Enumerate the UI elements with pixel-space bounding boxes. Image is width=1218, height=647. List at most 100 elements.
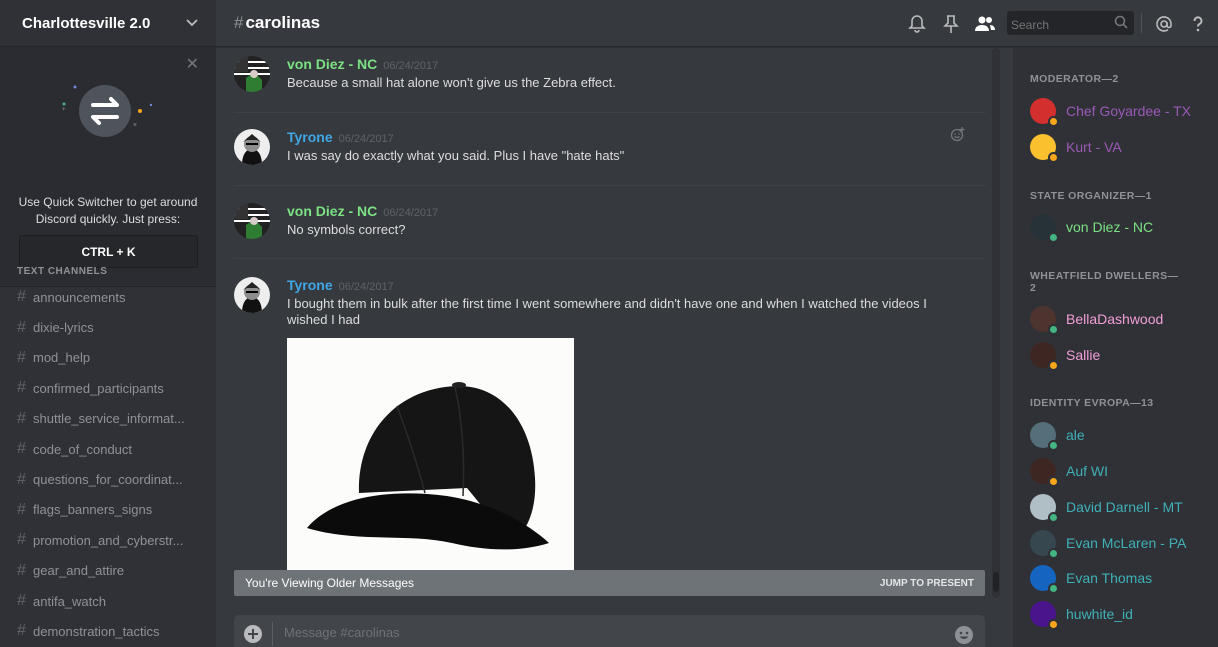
upload-plus-icon[interactable]	[243, 624, 263, 644]
author-name[interactable]: von Diez - NC	[287, 56, 377, 72]
member-item[interactable]: David Darnell - MT	[1030, 492, 1218, 523]
emoji-icon[interactable]	[954, 625, 974, 645]
channel-item-label: announcements	[33, 289, 126, 305]
channel-item[interactable]: # antifa_watch	[0, 586, 216, 616]
message-composer	[234, 615, 985, 647]
avatar[interactable]	[1030, 494, 1059, 523]
chevron-down-icon[interactable]	[186, 19, 198, 27]
channel-item[interactable]: # flags_banners_signs	[0, 495, 216, 525]
bell-icon[interactable]	[907, 14, 927, 34]
role-header: IDENTITY EVROPA—13	[1030, 397, 1154, 409]
status-indicator	[1048, 440, 1059, 451]
mention-icon[interactable]	[1154, 14, 1174, 34]
member-item[interactable]: Auf WI	[1030, 456, 1218, 487]
author-name[interactable]: Tyrone	[287, 129, 333, 145]
avatar[interactable]	[1030, 342, 1059, 371]
channel-item-label: gear_and_attire	[33, 563, 125, 579]
avatar[interactable]	[1030, 214, 1059, 243]
member-item[interactable]: Sallie	[1030, 340, 1218, 371]
avatar[interactable]	[1030, 422, 1059, 451]
message-divider	[234, 185, 986, 186]
channel-item-label: antifa_watch	[33, 593, 106, 609]
server-header[interactable]: Charlottesville 2.0	[0, 0, 216, 47]
member-name: Auf WI	[1066, 463, 1109, 479]
avatar[interactable]	[1030, 306, 1059, 335]
member-name: Chef Goyardee - TX	[1066, 103, 1192, 119]
channel-item[interactable]: # shuttle_service_informat...	[0, 404, 216, 434]
channel-item[interactable]: # dixie-lyrics	[0, 312, 216, 342]
author-name[interactable]: von Diez - NC	[287, 203, 377, 219]
message-input[interactable]	[284, 625, 884, 640]
status-indicator	[1048, 360, 1059, 371]
status-indicator	[1048, 232, 1059, 243]
member-item[interactable]: Chef Goyardee - TX	[1030, 96, 1218, 127]
member-name: Evan Thomas	[1066, 570, 1153, 586]
channel-item[interactable]: # questions_for_coordinat...	[0, 464, 216, 494]
channel-item-label: mod_help	[33, 350, 91, 366]
role-header: WHEATFIELD DWELLERS—2	[1030, 270, 1179, 294]
channel-item[interactable]: # demonstration_tactics	[0, 616, 216, 646]
channel-item[interactable]: # announcements	[0, 282, 216, 312]
member-item[interactable]: Evan McLaren - PA	[1030, 528, 1218, 559]
avatar[interactable]	[1030, 530, 1059, 559]
member-name: huwhite_id	[1066, 606, 1133, 622]
svg-text:+: +	[62, 107, 66, 113]
channel-item[interactable]: # promotion_and_cyberstr...	[0, 525, 216, 555]
hash-icon: #	[17, 531, 26, 549]
pin-icon[interactable]	[941, 14, 961, 34]
jump-to-present-button[interactable]: JUMP TO PRESENT	[880, 578, 974, 589]
status-indicator	[1048, 476, 1059, 487]
message-scrollbar-track[interactable]	[992, 48, 1000, 598]
member-list-icon[interactable]	[974, 14, 996, 34]
member-item[interactable]: Evan Thomas	[1030, 563, 1218, 594]
channel-topbar: # carolinas	[216, 0, 1218, 47]
avatar[interactable]	[234, 277, 270, 313]
status-indicator	[1048, 619, 1059, 630]
member-item[interactable]: von Diez - NC	[1030, 212, 1218, 243]
avatar[interactable]	[1030, 98, 1059, 127]
avatar[interactable]	[1030, 458, 1059, 487]
member-name: Evan McLaren - PA	[1066, 535, 1187, 551]
avatar[interactable]	[234, 56, 270, 92]
channel-item[interactable]: # confirmed_participants	[0, 373, 216, 403]
timestamp: 06/24/2017	[383, 207, 439, 219]
timestamp: 06/24/2017	[383, 60, 439, 72]
avatar[interactable]	[1030, 134, 1059, 163]
status-indicator	[1048, 548, 1059, 559]
quick-switcher-popout: ✕ × + Use Quick Switcher to get around D…	[0, 47, 216, 287]
channel-item[interactable]: # code_of_conduct	[0, 434, 216, 464]
channel-category-label[interactable]: TEXT CHANNELS	[17, 266, 107, 277]
image-attachment[interactable]	[287, 338, 574, 572]
message-scrollbar-thumb[interactable]	[993, 572, 999, 592]
role-header: MODERATOR—2	[1030, 73, 1119, 85]
shortcut-key-button[interactable]: CTRL + K	[19, 235, 198, 268]
channel-name: carolinas	[245, 13, 321, 32]
status-indicator	[1048, 583, 1059, 594]
close-icon[interactable]: ✕	[186, 57, 199, 73]
add-reaction-icon[interactable]	[950, 126, 966, 142]
server-name: Charlottesville 2.0	[22, 14, 151, 32]
message-author[interactable]: von Diez - NC 06/24/2017	[287, 203, 438, 219]
help-icon[interactable]	[1188, 14, 1208, 34]
channel-item[interactable]: # mod_help	[0, 343, 216, 373]
member-name: Sallie	[1066, 347, 1101, 363]
channel-sidebar: Charlottesville 2.0 ✕ × + Use Quick Swit…	[0, 0, 216, 647]
channel-item[interactable]: # gear_and_attire	[0, 556, 216, 586]
message-author[interactable]: Tyrone 06/24/2017	[287, 277, 394, 293]
member-item[interactable]: Kurt - VA	[1030, 132, 1218, 163]
member-item[interactable]: huwhite_id	[1030, 599, 1218, 630]
member-list[interactable]: MODERATOR—2 Chef Goyardee - TX Kurt - VA ST…	[1013, 48, 1218, 647]
member-item[interactable]: ale	[1030, 420, 1218, 451]
author-name[interactable]: Tyrone	[287, 277, 333, 293]
timestamp: 06/24/2017	[338, 281, 394, 293]
member-item[interactable]: BellaDashwood	[1030, 304, 1218, 335]
message-list[interactable]: von Diez - NC 06/24/2017 Because a small …	[216, 48, 1001, 598]
channel-item-label: dixie-lyrics	[33, 320, 94, 336]
message-author[interactable]: Tyrone 06/24/2017	[287, 129, 394, 145]
avatar[interactable]	[234, 203, 270, 239]
avatar[interactable]	[234, 129, 270, 165]
message-author[interactable]: von Diez - NC 06/24/2017	[287, 56, 438, 72]
avatar[interactable]	[1030, 601, 1059, 630]
avatar[interactable]	[1030, 565, 1059, 594]
member-name: von Diez - NC	[1066, 219, 1154, 235]
